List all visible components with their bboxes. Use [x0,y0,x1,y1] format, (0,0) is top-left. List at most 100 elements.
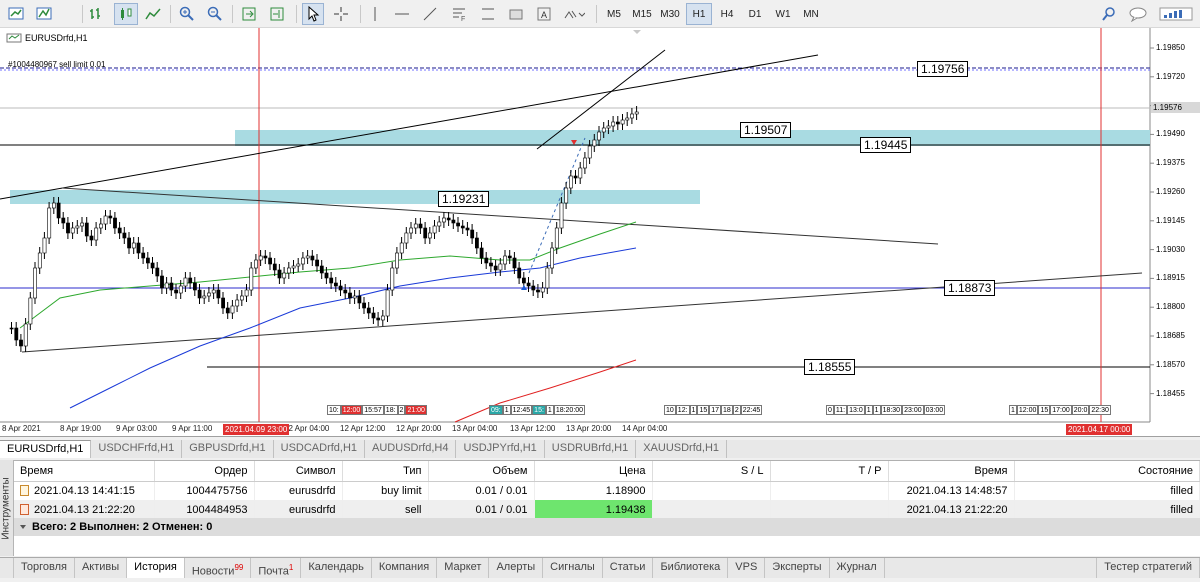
symbol-tab-usdrub[interactable]: USDRUBrfd,H1 [545,440,637,458]
chat-icon[interactable] [1126,3,1150,25]
toolbox-close-icon[interactable] [0,558,14,578]
new-chart-icon[interactable] [4,3,30,25]
col-volume[interactable]: Объем [428,461,535,482]
timeframe-mn[interactable]: MN [798,3,824,25]
text-icon[interactable]: A [534,3,554,25]
bar-chart-icon[interactable] [86,3,108,25]
col-type[interactable]: Тип [342,461,429,482]
event-marker[interactable]: 12: [675,405,690,415]
symbol-tab-eurusd[interactable]: EURUSDrfd,H1 [0,440,92,458]
zoom-out-icon[interactable] [204,3,226,25]
tab-trade[interactable]: Торговля [14,558,75,578]
candlestick-chart-icon[interactable] [114,3,138,25]
crosshair-icon[interactable] [330,3,352,25]
price-label-119507[interactable]: 1.19507 [740,122,792,138]
auto-scroll-icon[interactable] [238,3,260,25]
event-marker[interactable]: 15 [1038,405,1051,415]
tab-calendar[interactable]: Календарь [301,558,372,578]
event-marker[interactable]: 22:30 [1089,405,1111,415]
tab-experts[interactable]: Эксперты [765,558,830,578]
price-label-119231[interactable]: 1.19231 [438,191,490,207]
price-label-119445[interactable]: 1.19445 [860,137,912,153]
timeframe-m30[interactable]: M30 [657,3,683,25]
col-tp[interactable]: T / P [770,461,889,482]
symbol-tab-audusd[interactable]: AUDUSDrfd,H4 [365,440,457,458]
symbol-tab-usdcad[interactable]: USDCADrfd,H1 [274,440,366,458]
timeframe-m5[interactable]: M5 [601,3,627,25]
event-marker[interactable]: 11: [833,405,848,415]
rectangle-icon[interactable] [506,3,526,25]
event-marker[interactable]: 17 [709,405,722,415]
trend-line-icon[interactable] [420,3,440,25]
event-marker[interactable]: 1 [545,405,554,415]
event-marker[interactable]: 1 [502,405,511,415]
event-marker[interactable]: 15 [697,405,710,415]
search-icon[interactable] [1098,3,1120,25]
tab-articles[interactable]: Статьи [603,558,654,578]
event-marker[interactable]: 23:00 [902,405,924,415]
col-time-close[interactable]: Время [888,461,1015,482]
price-axis[interactable]: 1.198501.197201.196001.194901.193751.192… [1152,28,1200,422]
line-chart-icon[interactable] [142,3,164,25]
tab-alerts[interactable]: Алерты [489,558,544,578]
tab-assets[interactable]: Активы [75,558,128,578]
event-marker[interactable]: 15: [532,405,546,415]
timeframe-m15[interactable]: M15 [629,3,655,25]
event-marker[interactable]: 03:00 [923,405,946,415]
event-marker[interactable]: 13:0 [847,405,865,415]
timeframe-w1[interactable]: W1 [770,3,796,25]
profiles-icon[interactable] [32,3,58,25]
time-axis[interactable]: 8 Apr 2021 8 Apr 19:00 9 Apr 03:00 9 Apr 11… [0,422,1150,436]
timeframe-h4[interactable]: H4 [714,3,740,25]
event-marker[interactable]: 10 [664,405,676,415]
tab-history[interactable]: История [127,558,185,578]
event-marker[interactable]: 0 [826,405,834,415]
price-label-118873[interactable]: 1.18873 [944,280,996,296]
vertical-line-icon[interactable] [366,3,384,25]
price-chart[interactable]: EURUSDrfd,H1 #1004480967 sell limit 0.01… [0,28,1200,437]
tab-company[interactable]: Компания [372,558,438,578]
trend-line-upper[interactable] [0,54,819,200]
col-time[interactable]: Время [14,461,155,482]
event-marker[interactable]: 22:45 [740,405,763,415]
symbol-tab-usdchf[interactable]: USDCHFrfd,H1 [91,440,183,458]
price-label-119756[interactable]: 1.19756 [917,61,969,77]
event-marker[interactable]: 18:30 [880,405,903,415]
event-marker[interactable]: 1 [689,405,698,415]
fibonacci-icon[interactable]: F [448,3,470,25]
event-marker[interactable]: 12:00 [1016,405,1039,415]
event-marker[interactable]: 21:00 [405,405,427,415]
tab-market[interactable]: Маркет [437,558,490,578]
col-sl[interactable]: S / L [652,461,771,482]
shapes-dropdown-icon[interactable] [560,3,588,25]
tab-mail[interactable]: Почта1 [251,558,302,578]
event-marker[interactable]: 18: [383,405,398,415]
event-marker[interactable]: 18:20:00 [553,405,586,415]
event-marker[interactable]: 1 [872,405,881,415]
tab-news[interactable]: Новости99 [185,558,252,578]
tab-journal[interactable]: Журнал [830,558,885,578]
event-marker[interactable]: 20:0 [1071,405,1090,415]
horizontal-line-icon[interactable] [392,3,412,25]
cursor-icon[interactable] [302,3,324,25]
event-marker[interactable]: 12:00 [340,405,363,415]
event-marker[interactable]: 09: [489,405,503,415]
tab-library[interactable]: Библиотека [653,558,729,578]
symbol-tab-gbpusd[interactable]: GBPUSDrfd,H1 [182,440,274,458]
event-marker[interactable]: 1 [864,405,873,415]
col-symbol[interactable]: Символ [254,461,343,482]
price-label-118555[interactable]: 1.18555 [804,359,856,375]
table-row[interactable]: 2021.04.13 21:22:20 1004484953 eurusdrfd… [14,500,1200,519]
tab-vps[interactable]: VPS [728,558,766,578]
col-state[interactable]: Состояние [1014,461,1200,482]
event-marker[interactable]: 10: [327,405,341,415]
toolbox-side-label[interactable]: Инструменты [0,460,14,556]
event-marker[interactable]: 2 [397,405,406,415]
timeframe-h1[interactable]: H1 [686,3,712,25]
col-order[interactable]: Ордер [154,461,255,482]
event-marker[interactable]: 18 [721,405,733,415]
summary-dropdown-icon[interactable] [20,525,26,530]
channel-icon[interactable] [478,3,498,25]
event-marker[interactable]: 17:00 [1050,405,1072,415]
event-marker[interactable]: 1 [1009,405,1017,415]
